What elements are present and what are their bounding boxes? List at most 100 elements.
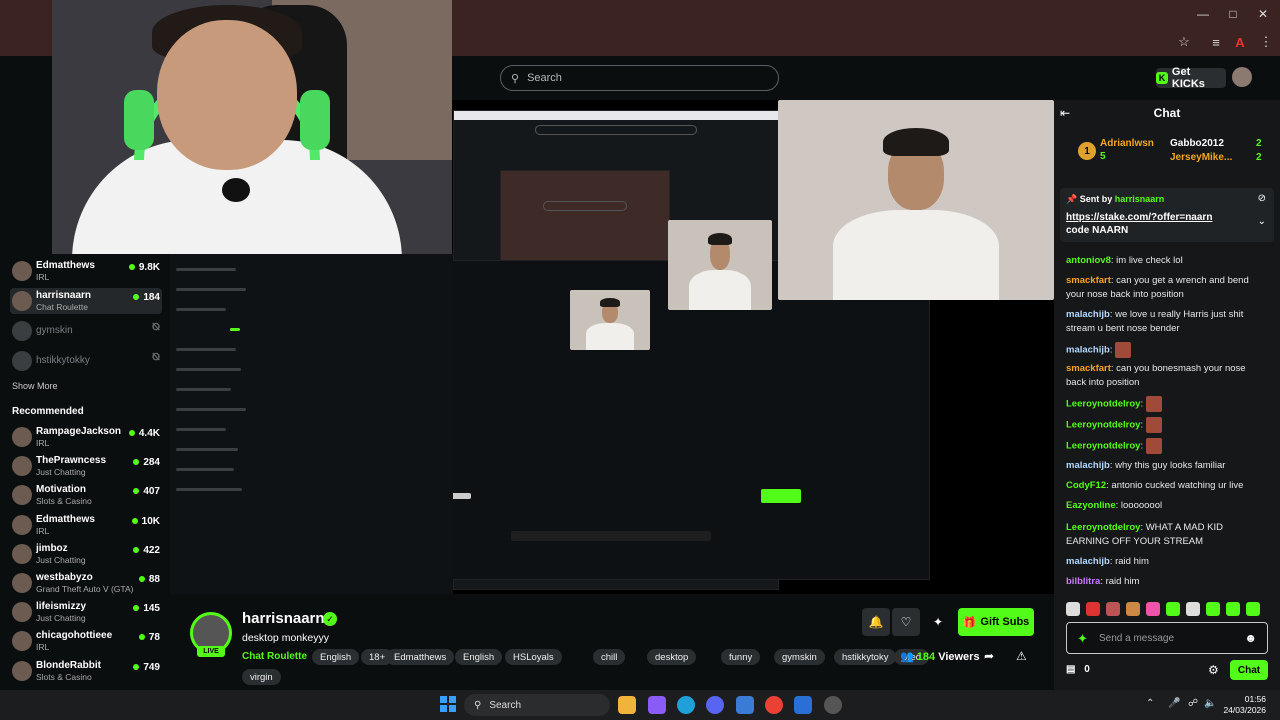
leader-name[interactable]: Gabbo2012: [1170, 138, 1224, 149]
mail-icon[interactable]: [794, 696, 812, 714]
chrome-icon[interactable]: [765, 696, 783, 714]
windows-start-icon[interactable]: [440, 696, 456, 712]
store-icon[interactable]: [736, 696, 754, 714]
chat-username[interactable]: malachijb: [1066, 556, 1110, 567]
quick-emote-icon[interactable]: [1206, 602, 1220, 616]
chat-username[interactable]: Leeroynotdelroy: [1066, 399, 1140, 410]
maximize-icon[interactable]: □: [1218, 0, 1248, 28]
discord-icon[interactable]: [706, 696, 724, 714]
quick-emote-icon[interactable]: [1106, 602, 1120, 616]
leader-name[interactable]: Adrianlwsn: [1100, 138, 1154, 149]
reading-list-icon[interactable]: ≡: [1206, 32, 1226, 52]
sidebar-channel-harrisnaarn[interactable]: harrisnaarn Chat Roulette 184: [10, 288, 162, 314]
chat-username[interactable]: Leeroynotdelroy: [1066, 522, 1140, 533]
tag[interactable]: chill: [593, 649, 626, 665]
recommended-channel-BlondeRabbit[interactable]: BlondeRabbit Slots & Casino 749: [10, 658, 162, 684]
sparkle-icon[interactable]: ✦: [924, 608, 952, 636]
verified-badge-icon: ✓: [323, 612, 337, 626]
quick-emote-icon[interactable]: [1066, 602, 1080, 616]
tag[interactable]: desktop: [647, 649, 697, 665]
tag[interactable]: English: [455, 649, 503, 665]
browser-menu-icon[interactable]: ⋮: [1256, 32, 1276, 52]
tag[interactable]: Edmatthews: [386, 649, 455, 665]
bookmark-star-icon[interactable]: ☆: [1174, 32, 1194, 52]
show-more-link[interactable]: Show More: [12, 381, 58, 391]
quick-emote-icon[interactable]: [1126, 602, 1140, 616]
sidebar-channel-gymskin[interactable]: gymskin ⦰: [10, 318, 162, 344]
channel-category: IRL: [36, 438, 50, 448]
quick-emote-icon[interactable]: [1246, 602, 1260, 616]
get-kicks-button[interactable]: K Get KICKs: [1156, 66, 1226, 90]
follow-heart-icon[interactable]: ♡: [892, 608, 920, 636]
search-input[interactable]: ⚲ Search: [500, 65, 779, 91]
pinned-link[interactable]: https://stake.com/?offer=naarn: [1066, 212, 1212, 223]
recommended-channel-Motivation[interactable]: Motivation Slots & Casino 407: [10, 482, 162, 508]
chevron-down-icon[interactable]: ⌄: [1258, 216, 1266, 227]
recommended-channel-chicagohottieee[interactable]: chicagohottieee IRL 78: [10, 628, 162, 654]
emoji-icon[interactable]: ☻: [1244, 631, 1257, 645]
extension-icon[interactable]: A: [1230, 32, 1250, 52]
quick-emote-icon[interactable]: [1186, 602, 1200, 616]
chat-username[interactable]: malachijb: [1066, 345, 1110, 356]
wifi-icon[interactable]: ☍: [1188, 698, 1198, 709]
chat-input-field[interactable]: [1099, 630, 1239, 646]
report-icon[interactable]: ⚠: [1016, 649, 1027, 663]
chat-username[interactable]: CodyF12: [1066, 480, 1106, 491]
channel-name[interactable]: harrisnaarn: [242, 610, 325, 627]
recommended-channel-westbabyzo[interactable]: westbabyzo Grand Theft Auto V (GTA) 88: [10, 570, 162, 596]
viewer-count: 9.8K: [128, 262, 160, 273]
tag[interactable]: funny: [721, 649, 761, 665]
leader-name[interactable]: JerseyMike...: [1170, 152, 1232, 163]
recommended-channel-RampageJackson[interactable]: RampageJackson IRL 4.4K: [10, 424, 162, 450]
pinned-user[interactable]: harrisnaarn: [1115, 194, 1165, 204]
tag[interactable]: virgin: [242, 669, 281, 685]
app-icon[interactable]: [824, 696, 842, 714]
chat-username[interactable]: Leeroynotdelroy: [1066, 441, 1140, 452]
chat-username[interactable]: malachijb: [1066, 309, 1110, 320]
chat-username[interactable]: smackfart: [1066, 275, 1111, 286]
user-avatar[interactable]: [1232, 67, 1252, 87]
sidebar-channel-hstikkytokky[interactable]: hstikkytokky ⦰: [10, 348, 162, 374]
chat-message-input[interactable]: ✦ ☻: [1066, 622, 1268, 654]
unpin-icon[interactable]: ⊘: [1258, 193, 1266, 204]
kicks-balance[interactable]: ▤ 0: [1066, 664, 1090, 675]
tag[interactable]: HSLoyals: [505, 649, 562, 665]
quick-emote-icon[interactable]: [1226, 602, 1240, 616]
copilot-icon[interactable]: [648, 696, 666, 714]
volume-icon[interactable]: 🔈: [1204, 698, 1216, 709]
microphone-icon[interactable]: 🎤: [1168, 698, 1180, 709]
chat-username[interactable]: Eazyonline: [1066, 500, 1116, 511]
chat-text: im live check lol: [1116, 255, 1183, 266]
recommended-channel-Edmatthews[interactable]: Edmatthews IRL 10K: [10, 512, 162, 538]
tag[interactable]: hstikkytoky: [834, 649, 897, 665]
sidebar-channel-Edmatthews[interactable]: Edmatthews IRL 9.8K: [10, 258, 162, 284]
recommended-channel-lifeismizzy[interactable]: lifeismizzy Just Chatting 145: [10, 599, 162, 625]
recommended-channel-jimboz[interactable]: jimboz Just Chatting 422: [10, 541, 162, 567]
chevron-up-icon[interactable]: ⌃: [1146, 698, 1154, 709]
file-explorer-icon[interactable]: [618, 696, 636, 714]
chat-username[interactable]: malachijb: [1066, 460, 1110, 471]
taskbar-search[interactable]: ⚲ Search: [464, 694, 610, 716]
tag[interactable]: gymskin: [774, 649, 825, 665]
chat-send-button[interactable]: Chat: [1230, 660, 1268, 680]
quick-emote-icon[interactable]: [1146, 602, 1160, 616]
recommended-channel-ThePrawncess[interactable]: ThePrawncess Just Chatting 284: [10, 453, 162, 479]
quick-emote-icon[interactable]: [1086, 602, 1100, 616]
minimize-icon[interactable]: —: [1188, 0, 1218, 28]
notification-bell-icon[interactable]: 🔔: [862, 608, 890, 636]
chat-username[interactable]: smackfart: [1066, 363, 1111, 374]
quick-emote-icon[interactable]: [1166, 602, 1180, 616]
channel-category: IRL: [36, 642, 50, 653]
chat-username[interactable]: bilblitra: [1066, 576, 1100, 587]
chat-username[interactable]: Leeroynotdelroy: [1066, 420, 1140, 431]
stream-category-link[interactable]: Chat Roulette: [242, 651, 307, 662]
gear-icon[interactable]: ⚙: [1208, 663, 1219, 677]
share-icon[interactable]: ➦: [984, 649, 994, 663]
chat-text: why this guy looks familiar: [1115, 460, 1226, 471]
system-clock[interactable]: 01:56 24/03/2026: [1223, 694, 1266, 716]
tag[interactable]: English: [312, 649, 360, 665]
chat-username[interactable]: antoniov8: [1066, 255, 1111, 266]
edge-icon[interactable]: [677, 696, 695, 714]
close-icon[interactable]: ✕: [1248, 0, 1278, 28]
gift-subs-button[interactable]: 🎁 Gift Subs: [958, 608, 1034, 636]
